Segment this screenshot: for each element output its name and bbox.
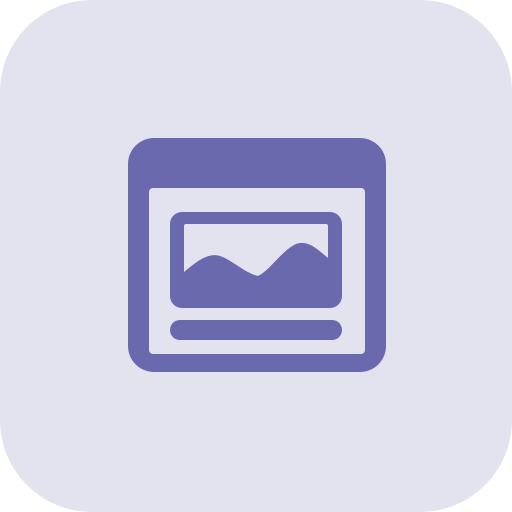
caption-bar xyxy=(170,320,342,340)
browser-window-image-icon xyxy=(128,138,386,372)
app-icon-tile[interactable] xyxy=(0,0,512,512)
